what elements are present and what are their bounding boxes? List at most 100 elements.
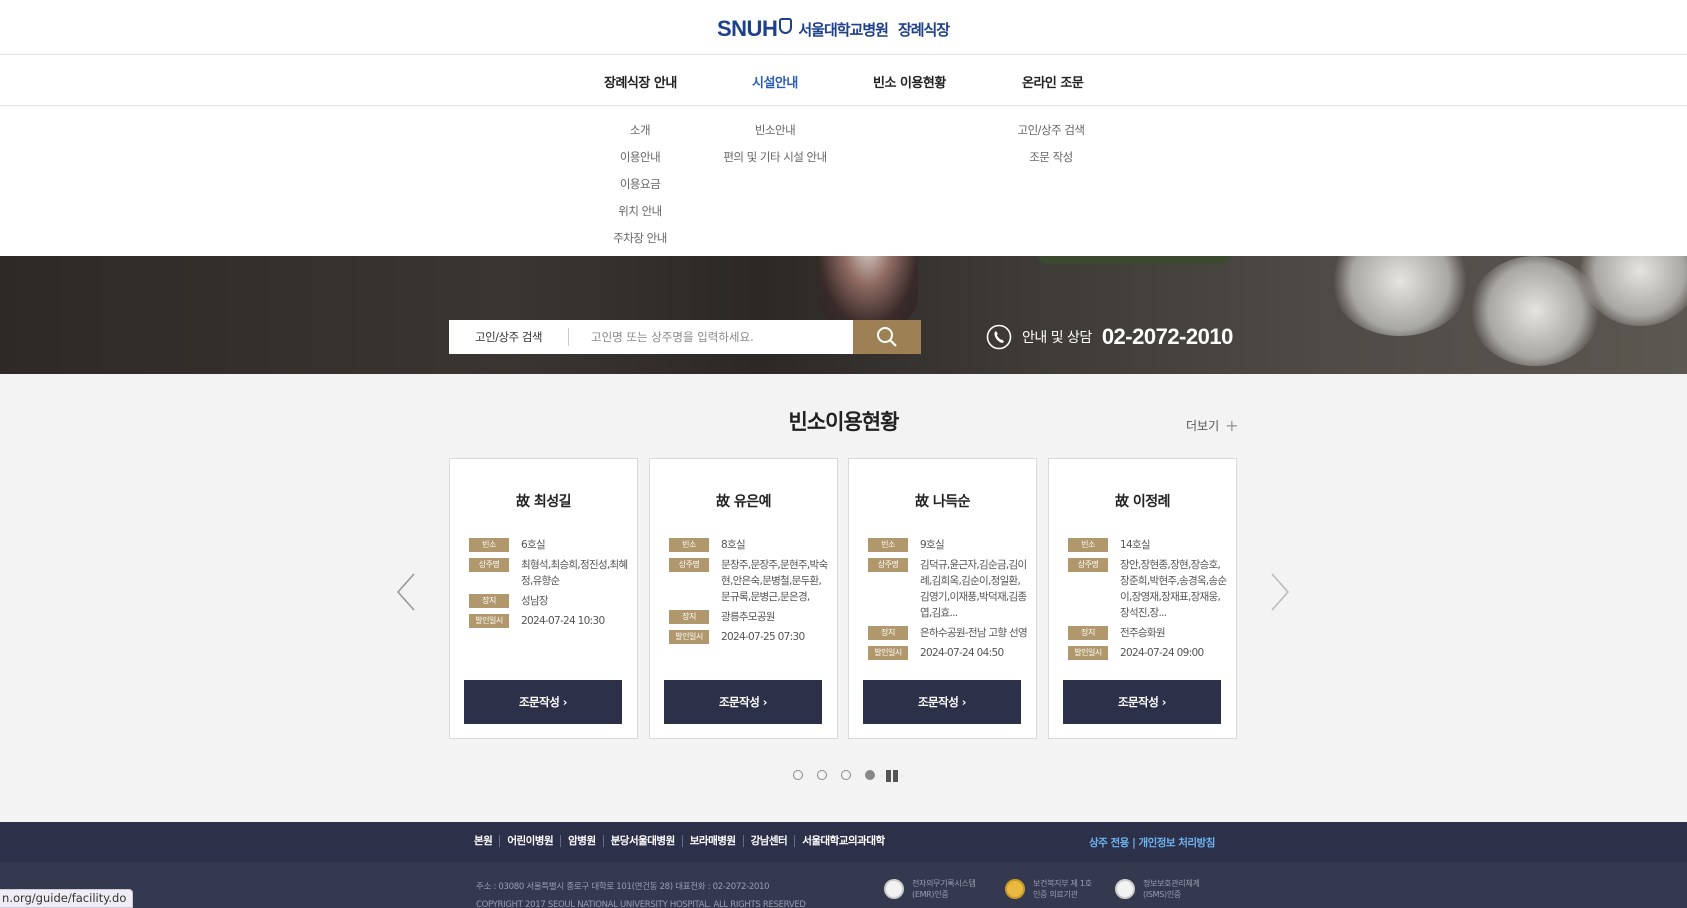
submenu-col-funeral-guide: 소개 이용안내 이용요금 위치 안내 주차장 안내 — [600, 117, 680, 252]
room-card: 故 이정례 빈소 14호실 상주명 장안,장현종,장현,장승호,장준희,박현주,송경… — [1048, 458, 1237, 739]
room-tag: 빈소 — [868, 538, 908, 552]
room-value: 9호실 — [920, 539, 945, 551]
room-tag: 빈소 — [469, 538, 509, 552]
burial-tag: 장지 — [868, 626, 908, 640]
submenu-item[interactable]: 조문 작성 — [1006, 144, 1096, 171]
logo-hospital-name: 서울대학교병원 — [798, 20, 889, 39]
write-condolence-button[interactable]: 조문작성 › — [464, 680, 622, 724]
room-tag: 빈소 — [1068, 538, 1108, 552]
phone-label: 안내 및 상담 — [1022, 330, 1092, 346]
footer-link[interactable]: 보라매병원 — [681, 835, 743, 847]
more-label: 더보기 — [1186, 419, 1220, 433]
mourner-tag: 상주명 — [469, 558, 509, 572]
departure-tag: 발인일시 — [469, 614, 509, 628]
footer-link[interactable]: 분당서울대병원 — [602, 835, 682, 847]
card-details: 빈소 9호실 상주명 김덕규,윤근자,김순금,김이례,김희옥,김순이,정일환,김영기… — [868, 537, 1028, 665]
cert-text: (ISMS)인증 — [1143, 890, 1181, 899]
phone-number: 02-2072-2010 — [1101, 324, 1234, 349]
submenu-item[interactable]: 주차장 안내 — [600, 225, 680, 252]
candle-image — [818, 256, 918, 326]
plus-icon: + — [1225, 415, 1239, 435]
nav-item-online-condolence[interactable]: 온라인 조문 — [1022, 72, 1084, 91]
room-tag: 빈소 — [669, 538, 709, 552]
submenu-item[interactable]: 이용안내 — [600, 144, 680, 171]
write-condolence-button[interactable]: 조문작성 › — [863, 680, 1021, 724]
pager-dot-active[interactable] — [865, 770, 875, 780]
mourner-value: 김덕규,윤근자,김순금,김이례,김희옥,김순이,정일환,김영기,이재풍,박덕재,… — [920, 559, 1027, 619]
hero-decoration — [1038, 256, 1230, 264]
footer-link[interactable]: 암병원 — [560, 835, 602, 847]
cert-ministry: 보건복지부 제 1호인증 의료기관 — [1005, 878, 1092, 900]
page: SNUH 서울대학교병원 장례식장 장례식장 안내 시설안내 빈소 이용현황 온… — [0, 0, 1687, 908]
card-details: 빈소 6호실 상주명 최형석,최승희,정진성,최혜정,유향순 장지 성남장 발인일시 2… — [469, 537, 629, 633]
site-footer: 본원 어린이병원 암병원 분당서울대병원 보라매병원 강남센터 서울대학교의과대… — [0, 822, 1687, 908]
footer-copyright: COPYRIGHT 2017 SEOUL NATIONAL UNIVERSITY… — [476, 900, 806, 908]
cert-text: 전자의무기록시스템 — [912, 879, 976, 888]
nav-item-facility[interactable]: 시설안내 — [752, 72, 798, 91]
deceased-name: 故 최성길 — [515, 494, 572, 510]
flower-image — [1330, 256, 1470, 336]
nav-item-funeral-guide[interactable]: 장례식장 안내 — [604, 72, 677, 91]
submenu-item[interactable]: 소개 — [600, 117, 680, 144]
submenu-col-facility: 빈소안내 편의 및 기타 시설 안내 — [709, 117, 841, 171]
submenu-item[interactable]: 고인/상주 검색 — [1006, 117, 1096, 144]
pager-dot[interactable] — [841, 770, 851, 780]
submenu-item[interactable]: 이용요금 — [600, 171, 680, 198]
prev-arrow-icon[interactable] — [396, 572, 416, 612]
mourner-tag: 상주명 — [868, 558, 908, 572]
mourner-tag: 상주명 — [669, 558, 709, 572]
cert-text: 보건복지부 제 1호 — [1033, 879, 1092, 888]
mourner-value: 최형석,최승희,정진성,최혜정,유향순 — [521, 559, 628, 587]
main-nav: 장례식장 안내 시설안내 빈소 이용현황 온라인 조문 — [0, 56, 1687, 106]
footer-link[interactable]: 본원 — [474, 835, 499, 847]
deceased-name: 故 이정례 — [1114, 494, 1171, 510]
cert-text: 인증 의료기관 — [1033, 890, 1078, 899]
room-card: 故 나득순 빈소 9호실 상주명 김덕규,윤근자,김순금,김이례,김희옥,김순이,정… — [848, 458, 1037, 739]
mourner-tag: 상주명 — [1068, 558, 1108, 572]
search-input[interactable] — [569, 320, 853, 354]
nav-submenu: 소개 이용안내 이용요금 위치 안내 주차장 안내 빈소안내 편의 및 기타 시… — [0, 107, 1687, 256]
footer-link[interactable]: 서울대학교의과대학 — [794, 835, 891, 847]
submenu-item[interactable]: 편의 및 기타 시설 안내 — [709, 144, 841, 171]
logo-mark-icon — [779, 18, 793, 34]
submenu-item[interactable]: 빈소안내 — [709, 117, 841, 144]
cert-text: 정보보호관리체계 — [1143, 879, 1200, 888]
room-value: 14호실 — [1120, 539, 1151, 551]
logo-snuh-text: SNUH — [717, 16, 778, 41]
pager-dot[interactable] — [793, 770, 803, 780]
section-title: 빈소이용현황 — [788, 410, 900, 434]
burial-tag: 장지 — [469, 594, 509, 608]
footer-policy-links[interactable]: 상주 전용 | 개인정보 처리방침 — [1089, 835, 1215, 850]
burial-tag: 장지 — [1068, 626, 1108, 640]
burial-value: 은하수공원-전남 고향 선영 — [920, 627, 1028, 639]
next-arrow-icon[interactable] — [1270, 572, 1290, 612]
departure-tag: 발인일시 — [1068, 646, 1108, 660]
room-status-section: 빈소이용현황 더보기 + 故 최성길 빈소 6호실 상주명 최형석,최승희,정진성,… — [0, 374, 1687, 822]
footer-info: 주소 : 03080 서울특별시 종로구 대학로 101(연건동 28) 대표전… — [476, 878, 806, 908]
pause-icon[interactable] — [884, 768, 900, 782]
room-card: 故 유은예 빈소 8호실 상주명 문창주,문장주,문현주,박숙현,안은숙,문병철,문… — [649, 458, 838, 739]
footer-address: 주소 : 03080 서울특별시 종로구 대학로 101(연건동 28) 대표전… — [476, 882, 770, 892]
departure-tag: 발인일시 — [669, 630, 709, 644]
write-condolence-button[interactable]: 조문작성 › — [664, 680, 822, 724]
site-logo[interactable]: SNUH 서울대학교병원 장례식장 — [717, 15, 950, 43]
footer-link[interactable]: 어린이병원 — [499, 835, 560, 847]
pager-dot[interactable] — [817, 770, 827, 780]
departure-tag: 발인일시 — [868, 646, 908, 660]
burial-value: 성남장 — [521, 595, 549, 607]
burial-value: 광릉추모공원 — [721, 611, 775, 623]
mourner-value: 문창주,문장주,문현주,박숙현,안은숙,문병철,문두환,문규록,문병근,문은경, — [721, 559, 828, 603]
logo-site-name: 장례식장 — [897, 20, 950, 39]
write-condolence-button[interactable]: 조문작성 › — [1063, 680, 1221, 724]
deceased-name: 故 나득순 — [914, 494, 971, 510]
emr-badge-icon — [884, 879, 904, 899]
search-button[interactable] — [853, 320, 921, 354]
submenu-item[interactable]: 위치 안내 — [600, 198, 680, 225]
nav-item-room-status[interactable]: 빈소 이용현황 — [873, 72, 946, 91]
ministry-badge-icon — [1005, 879, 1025, 899]
footer-family-links: 본원 어린이병원 암병원 분당서울대병원 보라매병원 강남센터 서울대학교의과대… — [474, 835, 892, 847]
more-link[interactable]: 더보기 + — [1186, 417, 1239, 434]
card-details: 빈소 8호실 상주명 문창주,문장주,문현주,박숙현,안은숙,문병철,문두환,문규록… — [669, 537, 829, 649]
footer-link[interactable]: 강남센터 — [742, 835, 795, 847]
search-category-label[interactable]: 고인/상주 검색 — [449, 328, 569, 346]
